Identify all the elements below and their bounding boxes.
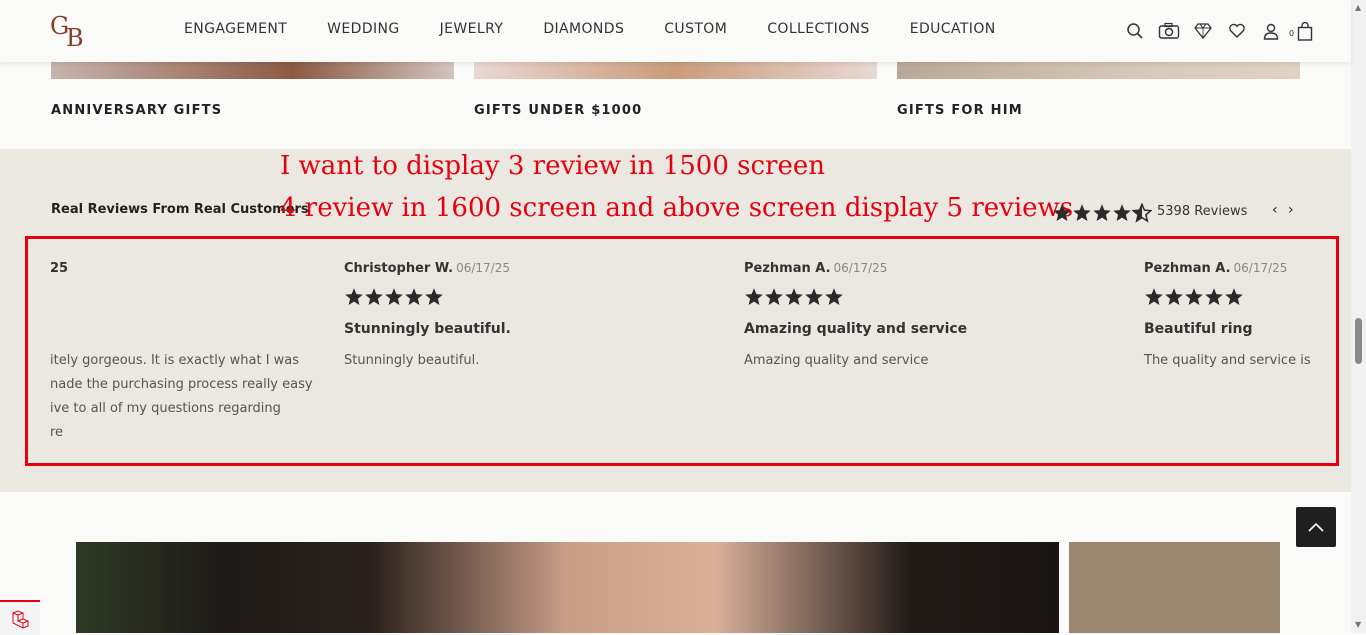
star-icon [1145,288,1163,305]
star-icon [1113,204,1131,221]
reviewer-name-text: Pezhman A. [1144,261,1231,276]
back-to-top-button[interactable] [1296,507,1336,547]
nav-wedding[interactable]: WEDDING [327,21,400,37]
nav-education[interactable]: EDUCATION [910,21,996,37]
star-icon [825,288,843,305]
user-icon[interactable] [1260,20,1282,42]
review-date: 25 [50,261,69,276]
gift-image-under-1000[interactable] [474,62,877,79]
header-icons [1124,20,1316,42]
gift-image-anniversary[interactable] [51,62,454,79]
model-photo[interactable] [76,542,1059,633]
review-stars [744,287,844,307]
star-icon [365,288,383,305]
reviews-title: Real Reviews From Real Customers [51,202,309,217]
review-body-line: ive to all of my questions regarding [50,401,281,416]
site-header: G B ENGAGEMENT WEDDING JEWELRY DIAMONDS … [0,0,1351,62]
reviewer-name: Pezhman A. 06/17/25 [1144,261,1287,276]
review-body-line: Stunningly beautiful. [344,353,480,368]
chevron-up-icon [1308,522,1324,532]
star-icon [1053,204,1071,221]
logo-letter-b: B [66,24,84,52]
star-icon [1185,288,1203,305]
star-icon [385,288,403,305]
page-scrollbar[interactable]: ▲ ▼ [1351,0,1366,633]
reviewer-name-text: Pezhman A. [744,261,831,276]
bag-icon[interactable] [1294,20,1316,42]
next-arrow-icon[interactable]: › [1288,202,1294,218]
review-headline: Stunningly beautiful. [344,321,511,337]
reviews-count[interactable]: 5398 Reviews [1157,204,1247,219]
star-icon [745,288,763,305]
review-date: 06/17/25 [1233,261,1288,275]
review-headline: Amazing quality and service [744,321,968,337]
star-icon [1165,288,1183,305]
nav-collections[interactable]: COLLECTIONS [767,21,869,37]
gift-label-under-1000[interactable]: GIFTS UNDER $1000 [474,103,642,118]
reviewer-name: Christopher W. 06/17/25 [344,261,510,276]
star-icon [1132,203,1152,223]
prev-arrow-icon[interactable]: ‹ [1272,202,1278,218]
review-date: 06/17/25 [833,261,888,275]
cart-count: 0 [1289,29,1295,38]
laravel-icon[interactable] [0,600,40,635]
scroll-thumb[interactable] [1355,318,1362,364]
annotation-line-2: 4 review in 1600 screen and above screen… [280,193,1074,223]
nav-custom[interactable]: CUSTOM [664,21,727,37]
review-stars [344,287,444,307]
star-icon [805,288,823,305]
review-stars [1144,287,1244,307]
star-icon [425,288,443,305]
scroll-up-icon[interactable]: ▲ [1355,3,1361,12]
gift-label-for-him[interactable]: GIFTS FOR HIM [897,103,1023,118]
gift-label-anniversary[interactable]: ANNIVERSARY GIFTS [51,103,222,118]
star-icon [345,288,363,305]
search-icon[interactable] [1124,20,1146,42]
scroll-down-icon[interactable]: ▼ [1355,620,1361,629]
star-icon [1225,288,1243,305]
review-body: itely gorgeous. It is exactly what I was… [50,349,313,445]
gift-image-for-him[interactable] [897,62,1300,79]
review-body-line: The quality and service is [1144,353,1311,368]
review-headline: Beautiful ring [1144,321,1253,337]
average-rating-stars [1052,203,1152,223]
star-icon [1073,204,1091,221]
annotation-line-1: I want to display 3 review in 1500 scree… [280,151,825,181]
star-icon [765,288,783,305]
review-body-line: re [50,425,64,440]
main-nav: ENGAGEMENT WEDDING JEWELRY DIAMONDS CUST… [184,21,1036,37]
review-body-line: nade the purchasing process really easy [50,377,313,392]
review-body: The quality and service is [1144,349,1311,373]
star-icon [785,288,803,305]
review-body: Amazing quality and service [744,349,928,373]
logo[interactable]: G B [50,12,90,52]
reviewer-name-text: Christopher W. [344,261,454,276]
star-icon [405,288,423,305]
side-photo[interactable] [1069,542,1280,633]
nav-jewelry[interactable]: JEWELRY [440,21,504,37]
reviews-carousel-highlight: 25 itely gorgeous. It is exactly what I … [25,236,1339,466]
review-body-line: Amazing quality and service [744,353,929,368]
camera-icon[interactable] [1158,20,1180,42]
reviews-section: Real Reviews From Real Customers I want … [0,149,1351,492]
review-body: Stunningly beautiful. [344,349,479,373]
review-date: 06/17/25 [456,261,510,275]
review-body-line: itely gorgeous. It is exactly what I was [50,353,300,368]
diamond-icon[interactable] [1192,20,1214,42]
star-icon [1205,288,1223,305]
reviewer-name: Pezhman A. 06/17/25 [744,261,887,276]
star-icon [1093,204,1111,221]
nav-engagement[interactable]: ENGAGEMENT [184,21,287,37]
nav-diamonds[interactable]: DIAMONDS [543,21,624,37]
heart-icon[interactable] [1226,20,1248,42]
